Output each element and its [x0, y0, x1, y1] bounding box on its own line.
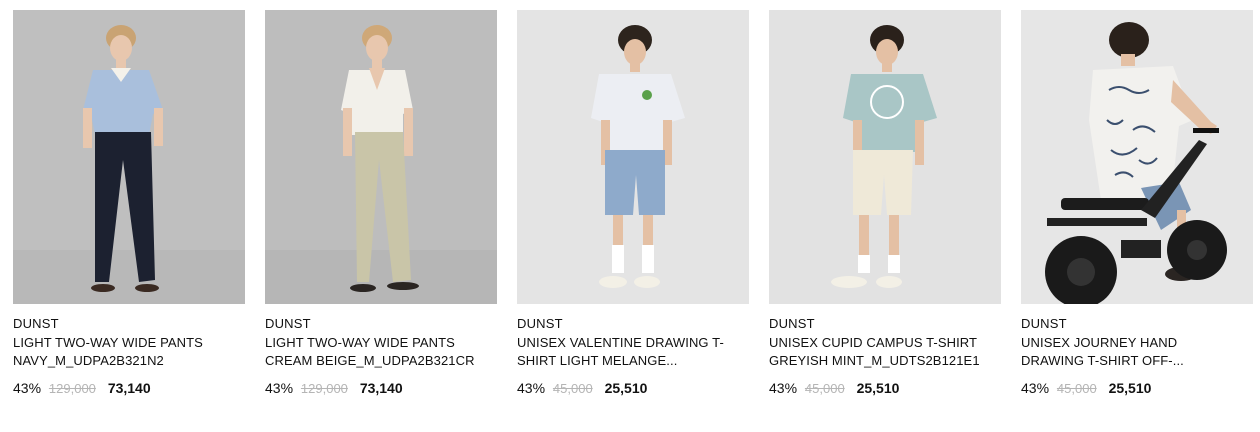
- product-image[interactable]: [1021, 10, 1253, 304]
- product-image[interactable]: [517, 10, 749, 304]
- product-name[interactable]: LIGHT TWO-WAY WIDE PANTS CREAM BEIGE_M_U…: [265, 334, 497, 370]
- product-card[interactable]: DUNST UNISEX CUPID CAMPUS T-SHIRT GREYIS…: [769, 10, 1001, 410]
- product-name[interactable]: UNISEX CUPID CAMPUS T-SHIRT GREYISH MINT…: [769, 334, 1001, 370]
- original-price: 45,000: [552, 381, 593, 396]
- product-name-line1: LIGHT TWO-WAY WIDE PANTS: [265, 335, 455, 350]
- price-row: 43% 129,000 73,140: [13, 379, 151, 398]
- product-name-line2: CREAM BEIGE_M_UDPA2B321CR: [265, 353, 475, 368]
- product-brand[interactable]: DUNST: [265, 316, 311, 332]
- product-brand[interactable]: DUNST: [13, 316, 59, 332]
- price-row: 43% 129,000 73,140: [265, 379, 403, 398]
- product-card[interactable]: DUNST LIGHT TWO-WAY WIDE PANTS NAVY_M_UD…: [13, 10, 245, 410]
- original-price: 45,000: [1056, 381, 1097, 396]
- original-price: 129,000: [300, 381, 348, 396]
- product-name-line2: DRAWING T-SHIRT OFF-...: [1021, 353, 1184, 368]
- discount-rate: 43%: [13, 380, 42, 396]
- product-name-line1: UNISEX CUPID CAMPUS T-SHIRT: [769, 335, 978, 350]
- discount-rate: 43%: [1021, 380, 1050, 396]
- price-row: 43% 45,000 25,510: [769, 379, 899, 398]
- product-name-line2: SHIRT LIGHT MELANGE...: [517, 353, 678, 368]
- discount-rate: 43%: [517, 380, 546, 396]
- sale-price: 25,510: [856, 380, 900, 396]
- product-name[interactable]: UNISEX JOURNEY HAND DRAWING T-SHIRT OFF-…: [1021, 334, 1253, 370]
- product-brand[interactable]: DUNST: [517, 316, 563, 332]
- product-name-line2: NAVY_M_UDPA2B321N2: [13, 353, 164, 368]
- sale-price: 25,510: [604, 380, 648, 396]
- price-row: 43% 45,000 25,510: [517, 379, 647, 398]
- product-image[interactable]: [769, 10, 1001, 304]
- product-name-line2: GREYISH MINT_M_UDTS2B121E1: [769, 353, 980, 368]
- discount-rate: 43%: [265, 380, 294, 396]
- sale-price: 73,140: [107, 380, 151, 396]
- sale-price: 73,140: [359, 380, 403, 396]
- original-price: 45,000: [804, 381, 845, 396]
- product-name-line1: LIGHT TWO-WAY WIDE PANTS: [13, 335, 203, 350]
- discount-rate: 43%: [769, 380, 798, 396]
- product-card[interactable]: DUNST UNISEX JOURNEY HAND DRAWING T-SHIR…: [1021, 10, 1253, 410]
- product-card[interactable]: DUNST UNISEX VALENTINE DRAWING T- SHIRT …: [517, 10, 749, 410]
- product-brand[interactable]: DUNST: [769, 316, 815, 332]
- product-brand[interactable]: DUNST: [1021, 316, 1067, 332]
- product-name-line1: UNISEX JOURNEY HAND: [1021, 335, 1178, 350]
- product-name[interactable]: UNISEX VALENTINE DRAWING T- SHIRT LIGHT …: [517, 334, 749, 370]
- original-price: 129,000: [48, 381, 96, 396]
- product-name-line1: UNISEX VALENTINE DRAWING T-: [517, 335, 724, 350]
- product-name[interactable]: LIGHT TWO-WAY WIDE PANTS NAVY_M_UDPA2B32…: [13, 334, 245, 370]
- product-image[interactable]: [13, 10, 245, 304]
- price-row: 43% 45,000 25,510: [1021, 379, 1151, 398]
- sale-price: 25,510: [1108, 380, 1152, 396]
- product-image[interactable]: [265, 10, 497, 304]
- product-grid: DUNST LIGHT TWO-WAY WIDE PANTS NAVY_M_UD…: [0, 0, 1260, 432]
- product-card[interactable]: DUNST LIGHT TWO-WAY WIDE PANTS CREAM BEI…: [265, 10, 497, 410]
